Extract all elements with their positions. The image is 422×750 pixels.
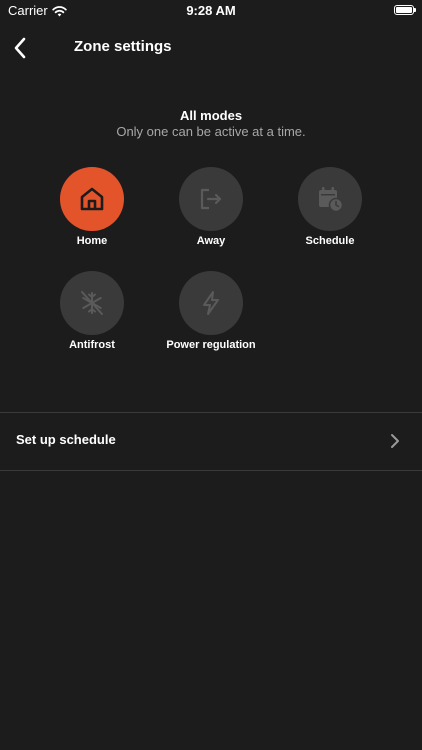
mode-antifrost-button[interactable] bbox=[60, 271, 124, 335]
nav-bar: Zone settings bbox=[0, 28, 422, 68]
battery-icon bbox=[394, 5, 416, 15]
mode-power-regulation-button[interactable] bbox=[179, 271, 243, 335]
home-icon bbox=[80, 187, 104, 211]
chevron-left-icon bbox=[14, 37, 26, 59]
divider-bottom bbox=[0, 470, 422, 471]
chevron-right-icon bbox=[391, 434, 399, 448]
status-bar: Carrier 9:28 AM bbox=[0, 0, 422, 24]
clock: 9:28 AM bbox=[186, 3, 236, 18]
modes-title: All modes bbox=[179, 108, 243, 123]
mode-schedule-label: Schedule bbox=[305, 235, 355, 247]
modes-header: All modes Only one can be active at a ti… bbox=[0, 108, 422, 140]
calendar-clock-icon bbox=[319, 187, 344, 213]
mode-power-regulation[interactable]: Power regulation bbox=[141, 271, 281, 351]
exit-icon bbox=[200, 188, 222, 210]
mode-away-button[interactable] bbox=[179, 167, 243, 231]
modes-subtitle: Only one can be active at a time. bbox=[116, 124, 306, 139]
setup-schedule-row[interactable]: Set up schedule bbox=[0, 413, 422, 470]
setup-schedule-label: Set up schedule bbox=[16, 432, 116, 447]
back-button[interactable] bbox=[6, 34, 34, 62]
mode-schedule[interactable]: Schedule bbox=[260, 167, 400, 247]
mode-schedule-button[interactable] bbox=[298, 167, 362, 231]
page-title: Zone settings bbox=[74, 38, 172, 55]
snowflake-off-icon bbox=[81, 291, 103, 315]
mode-home-button[interactable] bbox=[60, 167, 124, 231]
lightning-icon bbox=[203, 291, 219, 315]
mode-power-regulation-label: Power regulation bbox=[166, 339, 256, 351]
